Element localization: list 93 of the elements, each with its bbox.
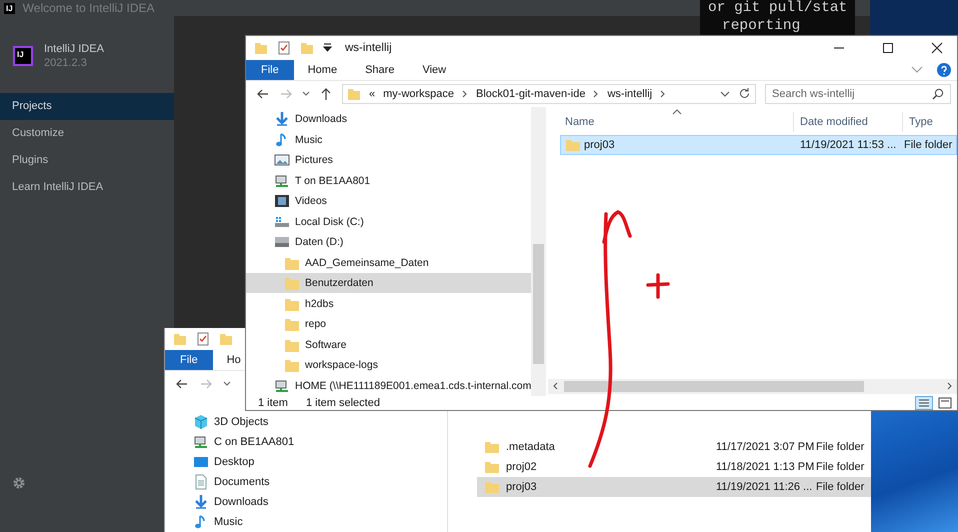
terminal-line: or git pull/stat: [708, 0, 848, 16]
nav-item[interactable]: h2dbs: [246, 293, 531, 314]
scrollbar[interactable]: [548, 378, 957, 394]
monitor-icon: [193, 454, 209, 470]
properties-icon[interactable]: [277, 40, 291, 55]
nav-item[interactable]: Music: [246, 129, 531, 150]
file-row[interactable]: .metadata 11/17/2021 3:07 PM File folder: [477, 437, 871, 457]
caret-icon[interactable]: [323, 43, 332, 52]
help-icon[interactable]: [937, 62, 951, 77]
close-icon[interactable]: [931, 42, 943, 54]
nav-item[interactable]: 3D Objects: [165, 412, 447, 432]
back-arrow-icon[interactable]: [256, 86, 270, 101]
nav-item[interactable]: Pictures: [246, 150, 531, 170]
document-icon: [193, 474, 209, 490]
nav-item[interactable]: Downloads: [246, 108, 531, 130]
folder-icon: [284, 316, 300, 332]
nav-item[interactable]: AAD_Gemeinsame_Daten: [246, 252, 531, 273]
picture-icon: [274, 152, 290, 168]
chevron-down-icon[interactable]: [720, 90, 730, 98]
file-row[interactable]: proj03 11/19/2021 11:53 ... File folder: [560, 134, 957, 155]
properties-icon[interactable]: [196, 332, 210, 346]
details-view-icon[interactable]: [915, 396, 933, 410]
column-header[interactable]: Type: [903, 112, 957, 132]
folder-icon: [284, 357, 300, 374]
nav-item[interactable]: Software: [246, 334, 531, 355]
folder-icon: [484, 439, 500, 455]
nav-item[interactable]: Local Disk (C:): [246, 211, 531, 232]
ribbon-tab[interactable]: Home: [294, 60, 352, 80]
sort-caret-icon[interactable]: [672, 108, 682, 115]
scroll-left-icon[interactable]: [552, 382, 560, 390]
up-arrow-icon[interactable]: [319, 86, 333, 101]
window-title: ws-intellij: [345, 42, 392, 54]
nav-item[interactable]: T on BE1AA801: [246, 170, 531, 191]
ribbon-tab[interactable]: Ho: [212, 350, 241, 370]
item-count: 1 item: [258, 396, 288, 409]
product-version: 2021.2.3: [44, 57, 88, 69]
nav-item[interactable]: Videos: [246, 190, 531, 212]
nav-item[interactable]: Downloads: [165, 492, 447, 512]
chevron-right-icon[interactable]: [593, 90, 600, 98]
film-icon: [274, 193, 290, 210]
nav-item[interactable]: Daten (D:): [246, 232, 531, 252]
window-title: Welcome to IntelliJ IDEA: [22, 1, 154, 15]
column-header[interactable]: Name: [548, 112, 794, 132]
ribbon-tab[interactable]: Share: [351, 60, 408, 80]
app-logo-icon: IJ: [4, 2, 15, 14]
plus-drawing: [646, 273, 670, 299]
sidebar-item[interactable]: Plugins: [0, 147, 174, 174]
breadcrumb-link[interactable]: Block01-git-maven-ide: [476, 88, 586, 100]
nav-item[interactable]: HOME (\\HE111189E001.emea1.cds.t-internal.com: [246, 375, 531, 396]
product-name: IntelliJ IDEA: [44, 43, 104, 55]
sidebar-item[interactable]: Learn IntelliJ IDEA: [0, 174, 174, 201]
cube-icon: [193, 414, 209, 430]
sidebar-item[interactable]: Projects: [0, 93, 174, 120]
large-icons-view-icon[interactable]: [937, 396, 953, 410]
scrollbar[interactable]: [531, 106, 546, 396]
nav-item[interactable]: Benutzerdaten: [246, 272, 531, 294]
maximize-icon[interactable]: [882, 42, 894, 54]
download-arrow-icon: [274, 111, 290, 128]
chevron-right-icon[interactable]: [462, 90, 468, 98]
file-row[interactable]: proj03 11/19/2021 11:26 ... File folder: [477, 477, 871, 497]
nav-item[interactable]: Documents: [165, 472, 447, 492]
terminal-line: reporting: [722, 18, 800, 34]
download-arrow-icon: [193, 494, 209, 510]
search-field[interactable]: Search ws-intellij: [765, 84, 951, 104]
folder-icon: [484, 459, 500, 475]
sidebar-item[interactable]: Customize: [0, 120, 174, 147]
app-logo-icon: IJ: [13, 46, 33, 66]
column-header[interactable]: Date modified: [794, 112, 903, 132]
network-drive-icon: [274, 172, 290, 189]
file-row[interactable]: proj02 11/18/2021 1:13 PM File folder: [477, 457, 871, 477]
scroll-right-icon[interactable]: [945, 382, 953, 390]
folder-icon: [484, 479, 500, 495]
ribbon-tab[interactable]: View: [408, 60, 460, 80]
breadcrumb-link[interactable]: ws-intellij: [607, 88, 652, 100]
nav-item[interactable]: Desktop: [165, 452, 447, 472]
ribbon-tab[interactable]: File: [246, 60, 294, 80]
refresh-icon[interactable]: [738, 87, 751, 100]
breadcrumb-overflow[interactable]: «: [369, 88, 376, 100]
ribbon-tab[interactable]: File: [165, 350, 213, 370]
breadcrumb-link[interactable]: my-workspace: [383, 88, 454, 100]
network-drive-icon: [193, 434, 209, 450]
nav-item[interactable]: workspace-logs: [246, 354, 531, 376]
folder-icon: [347, 86, 361, 101]
network-drive-icon: [274, 378, 290, 394]
search-icon[interactable]: [932, 88, 944, 100]
chevron-right-icon[interactable]: [660, 90, 666, 98]
settings-icon[interactable]: [12, 476, 26, 490]
folder-icon: [284, 275, 300, 292]
address-bar[interactable]: « my-workspace Block01-git-maven-ide ws-intellij: [342, 84, 756, 104]
nav-item[interactable]: C on BE1AA801: [165, 432, 447, 452]
selection-count: 1 item selected: [306, 396, 380, 409]
nav-item[interactable]: repo: [246, 314, 531, 334]
nav-item[interactable]: Music: [165, 512, 447, 532]
